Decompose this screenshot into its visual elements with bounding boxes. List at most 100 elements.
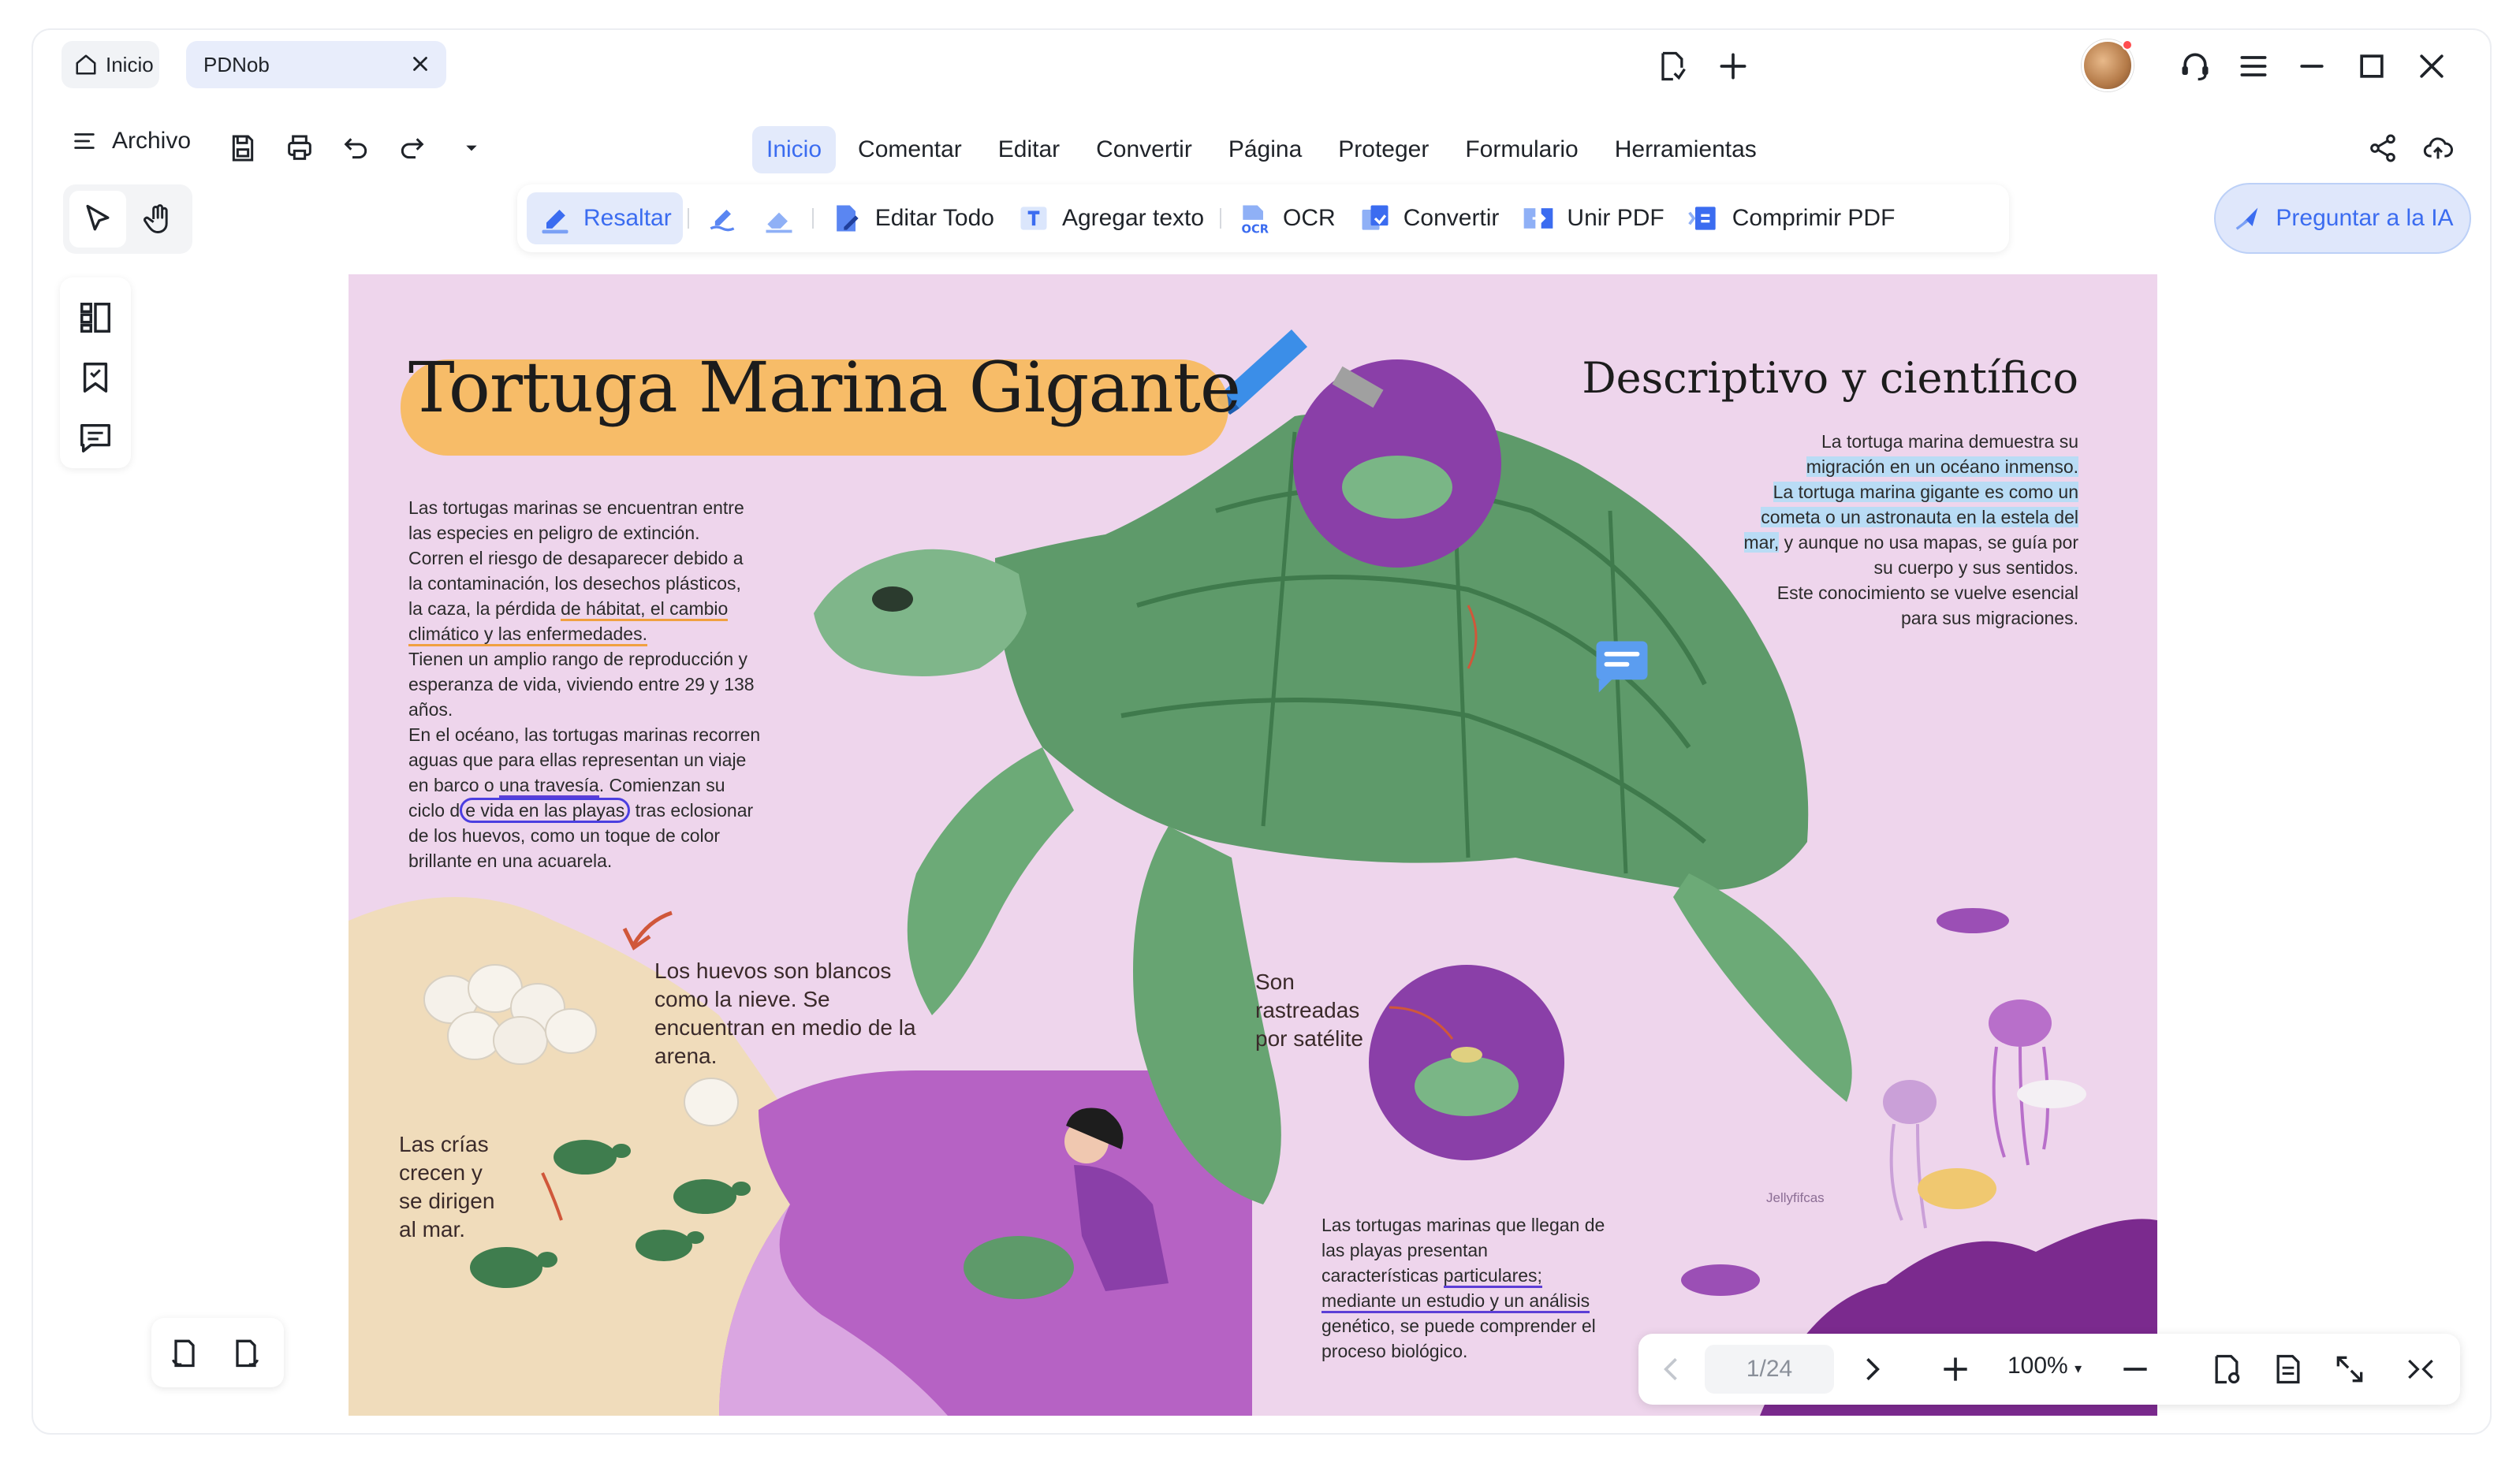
share-icon[interactable] (2367, 132, 2399, 164)
tab-inicio[interactable]: Inicio (752, 126, 837, 173)
text-line: cometa o un astronauta en la estela del (1700, 504, 2078, 530)
edit-all-button[interactable]: Editar Todo (818, 192, 1005, 244)
rotate-right-icon[interactable] (229, 1335, 263, 1370)
left-paragraph[interactable]: Las tortugas marinas se encuentran entre… (408, 495, 795, 873)
add-text-label: Agregar texto (1061, 205, 1205, 231)
tab-document[interactable]: PDNob (186, 41, 446, 88)
save-icon[interactable] (227, 132, 259, 164)
tab-formulario[interactable]: Formulario (1451, 126, 1592, 173)
hamburger-menu-icon[interactable] (2236, 49, 2271, 84)
tracked-note[interactable]: Son rastreadas por satélite (1255, 968, 1363, 1053)
arrow-pointer-icon[interactable] (80, 202, 115, 236)
highlighted-text: cometa o un astronauta en la estela del (1761, 507, 2078, 527)
text-line: En el océano, las tortugas marinas recor… (408, 724, 761, 745)
cloud-upload-icon[interactable] (2422, 132, 2454, 164)
read-mode-icon[interactable] (2209, 1352, 2244, 1387)
tab-home-label: Inicio (106, 52, 154, 76)
undo-icon[interactable] (341, 132, 372, 164)
tab-herramientas[interactable]: Herramientas (1601, 126, 1771, 173)
redo-icon[interactable] (396, 132, 427, 164)
zoom-select[interactable]: 100% ▾ (2007, 1353, 2082, 1379)
eraser-tool-button[interactable] (751, 192, 807, 244)
support-headset-icon[interactable] (2178, 49, 2212, 84)
text-line: Este conocimiento se vuelve esencial (1776, 583, 2078, 603)
hand-pan-icon[interactable] (142, 202, 177, 236)
eggs-arrow (632, 910, 673, 946)
highlighter-icon (542, 210, 568, 234)
highlight-button[interactable]: Resaltar (527, 192, 683, 244)
text-line: Las tortugas marinas que llegan de (1322, 1215, 1605, 1235)
new-from-file-icon[interactable] (1654, 49, 1689, 84)
text-line: climático y las enfermedades. (408, 621, 795, 646)
add-text-button[interactable]: Agregar texto (1005, 192, 1215, 244)
right-paragraph[interactable]: La tortuga marina demuestra su migración… (1700, 429, 2078, 631)
zoom-out-icon[interactable] (2118, 1352, 2153, 1387)
merge-pdf-label: Unir PDF (1567, 205, 1664, 231)
file-menu[interactable]: Archivo (71, 128, 191, 154)
more-dropdown-icon[interactable] (456, 132, 487, 164)
underlined-text: climático y las enfermedades. (408, 624, 647, 646)
new-tab-icon[interactable] (1716, 49, 1750, 84)
notification-dot (2122, 39, 2133, 50)
comments-icon[interactable] (77, 419, 114, 456)
convert-button[interactable]: Convertir (1347, 192, 1511, 244)
rotate-left-icon[interactable] (167, 1335, 202, 1370)
text-line: migración en un océano inmenso. (1700, 454, 2078, 479)
highlighted-text: La tortuga marina gigante es como un (1773, 482, 2078, 502)
note-line: Las crías (399, 1132, 489, 1156)
merge-pdf-button[interactable]: Unir PDF (1510, 192, 1675, 244)
next-page-icon[interactable] (1855, 1352, 1889, 1387)
eggs-note[interactable]: Los huevos son blancos como la nieve. Se… (654, 957, 916, 1070)
ocr-icon: OCR (1242, 205, 1269, 236)
minimize-icon[interactable] (2294, 49, 2329, 84)
underline-pen-icon (710, 210, 735, 232)
text-line: proceso biológico. (1322, 1341, 1468, 1361)
note-line: Los huevos son blancos (654, 959, 892, 983)
text-line: la contaminación, los desechos plásticos… (408, 573, 741, 594)
quick-toolbar: Resaltar Editar Todo Agregar texto OCR O… (517, 184, 2009, 252)
close-window-icon[interactable] (2414, 49, 2449, 84)
compress-pdf-button[interactable]: Comprimir PDF (1676, 192, 1907, 244)
prev-page-icon[interactable] (1654, 1352, 1689, 1387)
fit-screen-icon[interactable] (2332, 1352, 2367, 1387)
tab-home[interactable]: Inicio (62, 41, 159, 88)
merge-icon (1524, 208, 1553, 229)
tab-convertir[interactable]: Convertir (1082, 126, 1206, 173)
bottom-paragraph[interactable]: Las tortugas marinas que llegan de las p… (1322, 1212, 1653, 1364)
toolbar-separator (1220, 208, 1222, 229)
comment-note-icon[interactable] (1591, 638, 1653, 695)
underlined-text: de hábitat, el cambio (561, 598, 729, 621)
text-line: Corren el riesgo de desaparecer debido a (408, 548, 744, 568)
circled-text: e vida en las playas (460, 798, 631, 823)
text-line: su cuerpo y sus sentidos. (1873, 557, 2078, 578)
zoom-in-icon[interactable] (1938, 1352, 1973, 1387)
note-line: encuentran en medio de la (654, 1015, 916, 1040)
close-tab-icon[interactable] (408, 52, 432, 76)
note-line: al mar. (399, 1217, 466, 1242)
text-line: de los huevos, como un toque de color (408, 825, 721, 846)
highlighted-text: migración en un océano inmenso. (1806, 456, 2078, 477)
tab-editar[interactable]: Editar (984, 126, 1074, 173)
page-number-input[interactable]: 1/24 (1705, 1345, 1834, 1394)
tab-pagina[interactable]: Página (1214, 126, 1316, 173)
convert-icon (1362, 205, 1389, 230)
collapse-bar-icon[interactable] (2403, 1352, 2438, 1387)
babies-note[interactable]: Las crías crecen y se dirigen al mar. (399, 1130, 494, 1244)
text-line: las playas presentan (1322, 1240, 1488, 1260)
page-view-icon[interactable] (2271, 1352, 2306, 1387)
maximize-icon[interactable] (2354, 49, 2389, 84)
underline-tool-button[interactable] (694, 192, 751, 244)
thumbnails-icon[interactable] (77, 300, 114, 336)
tab-proteger[interactable]: Proteger (1324, 126, 1443, 173)
bookmark-icon[interactable] (77, 359, 114, 396)
text-line: la caza, la pérdida de hábitat, el cambi… (408, 596, 795, 621)
tab-document-label: PDNob (203, 52, 270, 76)
text-run: tras eclosionar (630, 800, 754, 821)
ask-ai-button[interactable]: Preguntar a la IA (2214, 183, 2471, 254)
ocr-button[interactable]: OCR OCR (1226, 192, 1347, 244)
tab-comentar[interactable]: Comentar (844, 126, 976, 173)
print-icon[interactable] (284, 132, 315, 164)
document-subtitle[interactable]: Descriptivo y científico (1582, 353, 2078, 403)
text-line: mediante un estudio y un análisis (1322, 1288, 1653, 1313)
document-title[interactable]: Tortuga Marina Gigante (408, 347, 1241, 428)
